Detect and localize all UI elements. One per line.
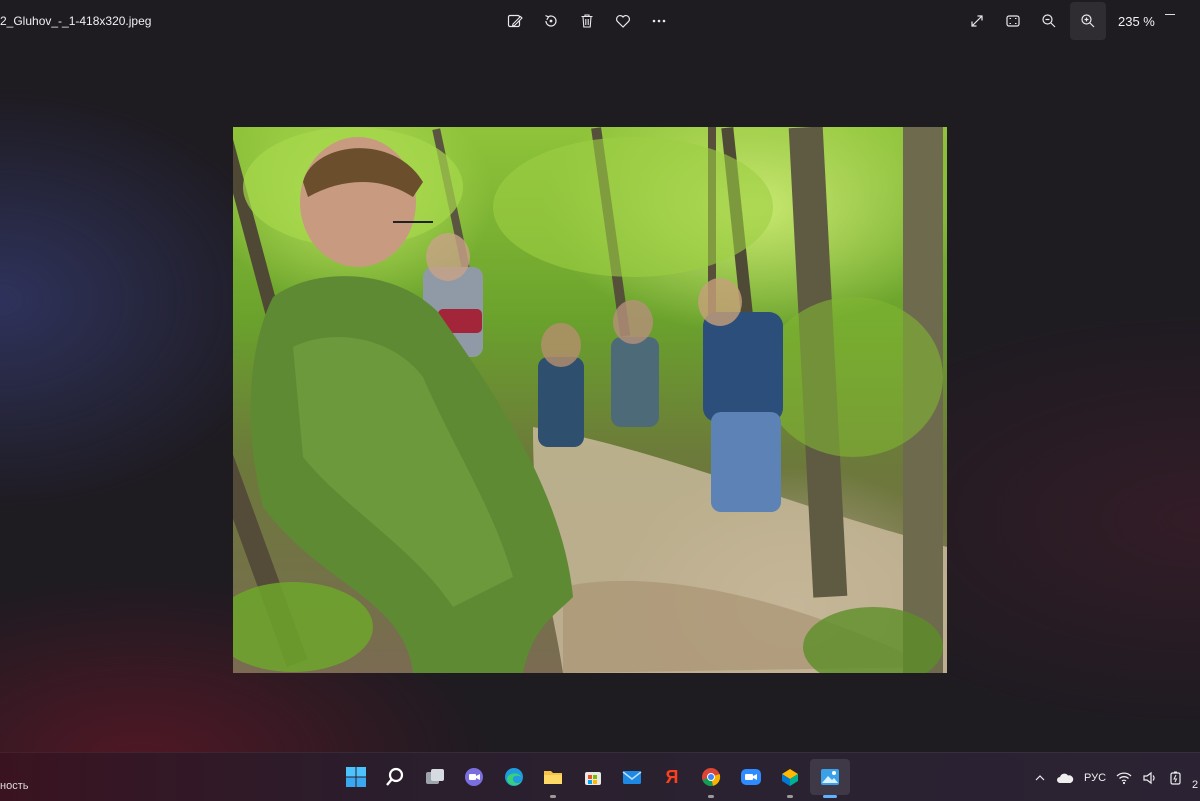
mail-button[interactable]: [613, 759, 653, 795]
photo-viewer-image[interactable]: [233, 127, 947, 673]
store-icon: [584, 772, 601, 785]
zoom-level[interactable]: 235 %: [1118, 14, 1164, 29]
yandex-glyph: Я: [665, 767, 678, 787]
file-explorer-button[interactable]: [534, 759, 574, 798]
image-toolbar: [500, 6, 674, 36]
search-button[interactable]: [376, 759, 416, 795]
taskbar: ность Я РУС 2: [0, 752, 1200, 801]
delete-icon: [581, 14, 593, 28]
fullscreen-button[interactable]: [962, 3, 992, 39]
task-view-button[interactable]: [415, 759, 455, 795]
edge-button[interactable]: [494, 759, 534, 795]
more-icon: [652, 19, 666, 23]
view-toolbar: 235 %: [962, 2, 1164, 40]
zoom-app-button[interactable]: [731, 759, 771, 795]
rotate-button[interactable]: [536, 6, 566, 36]
fullscreen-icon: [971, 15, 983, 27]
zoom-out-icon: [1042, 14, 1056, 28]
yandex-button[interactable]: Я: [652, 759, 692, 795]
file-name: 2_Gluhov_-_1-418x320.jpeg: [0, 14, 152, 28]
chrome-button[interactable]: [692, 759, 732, 798]
taskbar-widget-text[interactable]: ность: [0, 780, 28, 792]
app-icon: [782, 769, 799, 786]
system-tray: РУС: [1034, 771, 1184, 785]
store-button[interactable]: [573, 759, 613, 795]
clock[interactable]: 2: [1192, 779, 1198, 791]
photo-content: [233, 127, 947, 673]
onedrive-icon[interactable]: [1056, 772, 1074, 784]
pinned-app-button[interactable]: [771, 759, 811, 798]
folder-icon: [544, 771, 563, 784]
yandex-icon: Я: [665, 767, 678, 787]
zoom-out-button[interactable]: [1034, 3, 1064, 39]
mail-icon: [622, 771, 642, 784]
photos-icon: [820, 769, 839, 785]
favorite-button[interactable]: [608, 6, 638, 36]
edit-image-button[interactable]: [500, 6, 530, 36]
fit-window-button[interactable]: [998, 3, 1028, 39]
volume-icon[interactable]: [1142, 771, 1158, 785]
task-view-icon: [425, 769, 444, 784]
windows-logo-icon: [345, 767, 366, 787]
zoom-in-icon: [1081, 14, 1095, 28]
search-icon: [386, 767, 404, 786]
rotate-icon: [545, 14, 557, 27]
delete-button[interactable]: [572, 6, 602, 36]
battery-icon[interactable]: [1168, 771, 1184, 785]
input-language[interactable]: РУС: [1084, 772, 1106, 784]
wifi-icon[interactable]: [1116, 771, 1132, 785]
edit-image-icon: [507, 14, 523, 28]
teams-chat-button[interactable]: [455, 759, 495, 795]
zoom-in-button[interactable]: [1070, 2, 1106, 40]
photos-button[interactable]: [810, 759, 850, 798]
fit-window-icon: [1006, 15, 1020, 27]
chrome-icon: [702, 768, 721, 787]
chat-icon: [465, 768, 484, 786]
zoom-video-icon: [740, 769, 761, 785]
minimize-button[interactable]: [1165, 14, 1175, 15]
start-button[interactable]: [336, 759, 376, 795]
chevron-up-icon[interactable]: [1034, 772, 1046, 784]
taskbar-apps: Я: [336, 759, 850, 798]
more-button[interactable]: [644, 6, 674, 36]
edge-icon: [504, 768, 523, 786]
favorite-icon: [616, 15, 630, 28]
title-bar: 2_Gluhov_-_1-418x320.jpeg 235 %: [0, 0, 1200, 42]
